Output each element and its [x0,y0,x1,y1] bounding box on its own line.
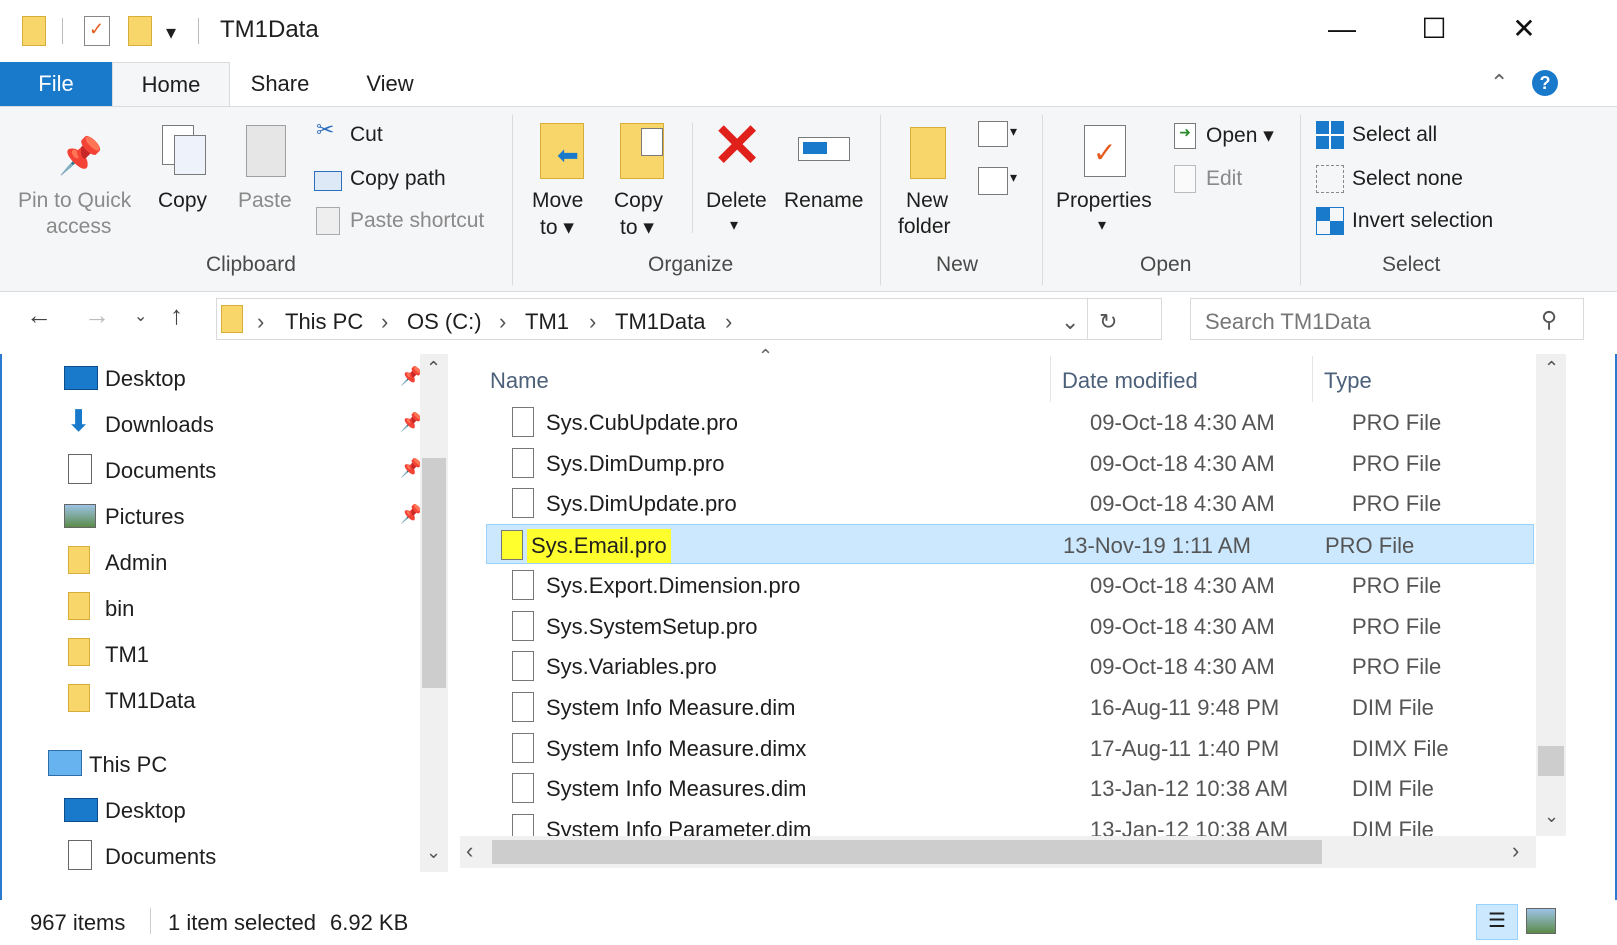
scroll-right-icon[interactable]: › [1512,838,1519,864]
search-icon[interactable]: ⚲ [1541,307,1557,333]
file-icon [512,488,534,519]
file-type: PRO File [1352,410,1442,435]
file-date: 16-Aug-11 9:48 PM [1090,694,1280,720]
file-rows: Sys.CubUpdate.pro 09-Oct-18 4:30 AM PRO Fi… [0,0,1536,836]
file-date: 13-Jan-12 10:38 AM [1090,817,1289,836]
file-type: DIMX File [1352,735,1449,761]
file-date: 09-Oct-18 4:30 AM [1090,613,1275,639]
file-type: PRO File [1352,613,1442,639]
selection-count: 1 item selected [168,910,316,935]
file-date: 09-Oct-18 4:30 AM [1090,450,1275,476]
file-icon [501,530,523,561]
item-count: 967 items [30,910,126,935]
table-row[interactable]: System Info Measure.dimx 17-Aug-11 1:40 P… [500,728,1536,768]
table-row[interactable]: System Info Measure.dim 16-Aug-11 9:48 PM… [500,687,1536,727]
scroll-down-icon[interactable]: ⌄ [426,842,441,863]
file-name: Sys.Email.pro [527,529,671,564]
file-name: Sys.DimDump.pro [546,450,725,476]
file-type: PRO File [1352,450,1442,476]
scroll-left-icon[interactable]: ‹ [466,838,473,864]
table-row[interactable]: Sys.CubUpdate.pro 09-Oct-18 4:30 AM PRO Fi… [500,402,1536,442]
file-name: Sys.Export.Dimension.pro [546,572,801,598]
documents-icon [68,840,92,870]
table-row[interactable]: Sys.Export.Dimension.pro 09-Oct-18 4:30 A… [500,565,1536,605]
file-icon [512,569,534,600]
file-date: 13-Nov-19 1:11 AM [1063,533,1251,559]
file-icon [512,691,534,722]
status-bar: 967 items 1 item selected 6.92 KB ☰ [0,900,1617,945]
file-name: Sys.DimUpdate.pro [546,491,737,517]
table-row[interactable]: Sys.DimDump.pro 09-Oct-18 4:30 AM PRO File [500,443,1536,483]
scrollbar-thumb[interactable] [1538,746,1564,776]
file-date: 17-Aug-11 1:40 PM [1090,735,1280,761]
file-list-vscroll[interactable]: ⌃ ⌄ [1536,354,1566,836]
file-date: 09-Oct-18 4:30 AM [1090,410,1275,435]
file-icon [512,732,534,763]
nav-item-documents-pc[interactable]: Documents [0,836,420,876]
file-name: Sys.Variables.pro [546,654,717,680]
file-icon [512,610,534,641]
table-row[interactable]: Sys.SystemSetup.pro 09-Oct-18 4:30 AM PRO … [500,606,1536,646]
file-date: 13-Jan-12 10:38 AM [1090,776,1289,802]
file-type: PRO File [1352,572,1442,598]
file-type: DIM File [1352,776,1434,802]
scroll-up-icon[interactable]: ⌃ [1544,358,1559,379]
file-icon [512,651,534,682]
details-view-icon[interactable]: ☰ [1476,904,1518,940]
file-date: 09-Oct-18 4:30 AM [1090,491,1275,517]
file-name: System Info Parameter.dim [546,817,812,836]
file-name: Sys.SystemSetup.pro [546,613,758,639]
file-type: PRO File [1352,491,1442,517]
divider [150,908,151,934]
table-row[interactable]: System Info Measures.dim 13-Jan-12 10:38 … [500,768,1536,808]
nav-label: Documents [105,844,217,869]
file-type: DIM File [1352,817,1434,836]
selection-size: 6.92 KB [330,910,409,935]
table-row[interactable]: Sys.DimUpdate.pro 09-Oct-18 4:30 AM PRO Fi… [500,483,1536,523]
file-date: 09-Oct-18 4:30 AM [1090,654,1275,680]
scroll-down-icon[interactable]: ⌄ [1544,806,1559,827]
table-row[interactable]: System Info Parameter.dim 13-Jan-12 10:38… [500,809,1536,836]
file-name: Sys.CubUpdate.pro [546,410,738,435]
file-name: System Info Measures.dim [546,776,807,802]
file-icon [512,407,534,437]
file-icon [512,814,534,836]
scrollbar-thumb[interactable] [492,840,1322,864]
file-type: PRO File [1325,533,1415,559]
large-icons-view-icon[interactable] [1526,908,1556,934]
table-row[interactable]: Sys.Variables.pro 09-Oct-18 4:30 AM PRO Fi… [500,646,1536,686]
file-name: System Info Measure.dimx [546,735,807,761]
file-date: 09-Oct-18 4:30 AM [1090,572,1275,598]
file-icon [512,447,534,478]
file-icon [512,773,534,804]
file-type: DIM File [1352,694,1434,720]
file-list-hscroll[interactable]: ‹ › [460,836,1536,868]
file-type: PRO File [1352,654,1442,680]
table-row[interactable]: Sys.Email.pro 13-Nov-19 1:11 AM PRO File [486,524,1534,565]
file-name: System Info Measure.dim [546,694,796,720]
